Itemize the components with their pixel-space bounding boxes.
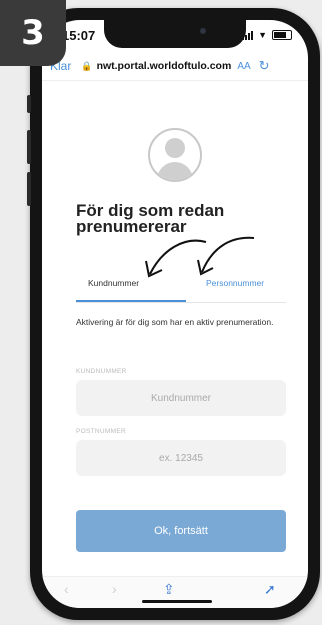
tab-divider	[76, 302, 286, 303]
activation-info-text: Aktivering är för dig som har en aktiv p…	[76, 317, 274, 327]
login-tabs: Kundnummer Personnummer	[76, 278, 286, 304]
customer-number-label: KUNDNUMMER	[76, 368, 127, 375]
reload-icon[interactable]: ↻	[259, 58, 270, 74]
wifi-icon: ▼	[258, 30, 267, 40]
customer-number-input[interactable]: Kundnummer	[76, 380, 286, 416]
phone-screen: 15:07 ▼ Klar 🔒 nwt.portal.worldoftulo.co…	[42, 20, 308, 608]
lock-icon: 🔒	[81, 60, 93, 71]
tab-kundnummer[interactable]: Kundnummer	[88, 278, 139, 288]
home-indicator	[142, 600, 212, 603]
user-avatar-icon	[148, 128, 202, 182]
compass-icon[interactable]: ➚	[264, 581, 276, 598]
forward-icon[interactable]: ›	[112, 581, 117, 597]
battery-icon	[272, 30, 292, 40]
phone-side-button	[27, 95, 31, 113]
step-number-badge: 3	[0, 0, 66, 66]
postal-code-input[interactable]: ex. 12345	[76, 440, 286, 476]
phone-notch	[104, 20, 246, 48]
postal-code-label: POSTNUMMER	[76, 428, 126, 435]
browser-address-bar[interactable]: Klar 🔒 nwt.portal.worldoftulo.com AA ↻	[42, 52, 308, 81]
signal-icon	[242, 30, 254, 40]
phone-side-button	[27, 130, 31, 164]
status-time: 15:07	[62, 28, 96, 43]
url-text[interactable]: nwt.portal.worldoftulo.com	[97, 60, 232, 72]
annotation-arrow-icon	[145, 239, 207, 278]
back-icon[interactable]: ‹	[64, 581, 69, 597]
continue-button[interactable]: Ok, fortsätt	[76, 510, 286, 552]
active-tab-indicator	[76, 300, 186, 302]
status-icons: ▼	[242, 30, 292, 40]
share-icon[interactable]: ⇪	[163, 581, 175, 598]
phone-side-button	[27, 172, 31, 206]
browser-toolbar: ‹ › ⇪ ➚	[42, 576, 308, 608]
text-size-button[interactable]: AA	[237, 61, 250, 72]
